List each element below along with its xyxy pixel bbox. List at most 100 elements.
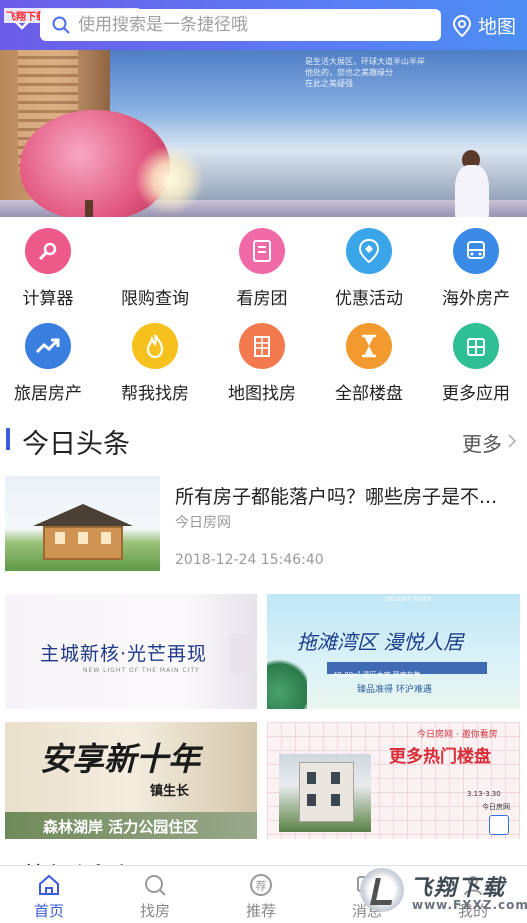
grid-item-label: 全部楼盘 [335, 384, 403, 404]
chevron-down-icon[interactable] [14, 20, 30, 30]
bus-icon [453, 228, 499, 274]
promo-subtitle: 镇生长 [150, 784, 190, 799]
home-icon [9, 872, 89, 898]
banner-slogan-line: 是生活大展区，环球大道半山半岸 [305, 57, 425, 66]
top-bar: 飞翔下载 www.FXXZ.com 地图 [0, 0, 527, 50]
house-window [101, 532, 111, 544]
nav-home[interactable]: 首页 [9, 872, 89, 921]
news-thumbnail [5, 476, 160, 571]
more-link[interactable]: 更多 [462, 428, 502, 457]
promo-villa-image [279, 754, 371, 832]
grid-item-label: 地图找房 [228, 384, 296, 404]
promo-title: 更多热门楼盘 [389, 747, 491, 767]
grid-item-label: 优惠活动 [335, 289, 403, 309]
news-source: 今日房网 [175, 515, 231, 531]
banner-slogan-line: 他处的，您也之美趣缘分 [305, 68, 393, 77]
banner-slogan: 是生活大展区，环球大道半山半岸 他处的，您也之美趣缘分 在此之美疑强 [305, 56, 425, 89]
house-roof [33, 504, 133, 526]
news-timestamp: 2018-12-24 15:46:40 [175, 552, 324, 568]
search-bar[interactable] [40, 9, 441, 41]
villa-window [307, 794, 316, 806]
banner-woman [455, 165, 489, 217]
grid-item-discount[interactable]: 优惠活动 [319, 228, 419, 309]
nav-recommend[interactable]: 荐 推荐 [221, 872, 301, 921]
grid-item-all-properties[interactable]: 全部楼盘 [319, 323, 419, 404]
villa-window [331, 772, 340, 784]
calculator-icon [25, 228, 71, 274]
trend-up-icon [25, 323, 71, 369]
villa-window [307, 772, 316, 784]
promo-bottom-strip: 森林湖岸 活力公园住区 [5, 812, 257, 839]
promo-source: 今日房网 [482, 803, 510, 811]
nav-label: 首页 [33, 902, 64, 920]
hourglass-icon [346, 323, 392, 369]
watermark-logo: 飞翔下载 www.FXXZ.com [360, 868, 527, 918]
promo-side-panel [230, 634, 257, 674]
svg-text:荐: 荐 [256, 880, 267, 893]
location-pin-icon [452, 14, 472, 37]
map-button[interactable]: 地图 [452, 12, 516, 39]
promo-subtitle: 臻品准得 环沪难遇 [357, 685, 432, 695]
promo-banner-hot-properties[interactable]: 今日房网 · 邀你看房 更多热门楼盘 3.13-3.30 今日房网 [267, 722, 520, 839]
section-accent-bar [6, 428, 10, 450]
restriction-query-icon [132, 228, 178, 274]
promo-date: 3.13-3.30 [467, 790, 501, 798]
grid-item-label: 看房团 [236, 289, 288, 309]
grid-item-label: 帮我找房 [121, 384, 189, 404]
news-title: 所有房子都能落户吗？哪些房子是不... [175, 486, 498, 508]
promo-leaves [267, 654, 307, 709]
watermark-url: www.FXXZ.com [412, 898, 527, 912]
news-item[interactable]: 所有房子都能落户吗？哪些房子是不... 今日房网 2018-12-24 15:4… [0, 474, 527, 574]
building-icon [239, 323, 285, 369]
promo-banner-forest-lake[interactable]: 安享新十年 镇生长 森林湖岸 活力公园住区 [5, 722, 257, 839]
house-window [78, 532, 88, 544]
grid-item-label: 海外房产 [442, 289, 510, 309]
grid-item-label: 计算器 [22, 289, 74, 309]
search-input[interactable] [78, 15, 418, 35]
banner-tree-trunk [85, 200, 93, 217]
grid-item-label: 限购查询 [121, 289, 189, 309]
hero-banner[interactable]: 是生活大展区，环球大道半山半岸 他处的，您也之美趣缘分 在此之美疑强 [0, 50, 527, 217]
section-title: 今日头条 [22, 429, 130, 460]
promo-brand: DELIGHT RIVER [385, 596, 432, 603]
villa-building [299, 762, 354, 822]
grid-item-find-house[interactable]: 帮我找房 [105, 323, 205, 404]
promo-top-text: 今日房网 · 邀你看房 [417, 730, 498, 740]
nav-label: 找房 [139, 902, 170, 920]
recommend-icon: 荐 [221, 872, 301, 898]
grid-item-sojourn[interactable]: 旅居房产 [0, 323, 98, 404]
promo-title: 拖滩湾区 漫悦人居 [297, 630, 464, 654]
house-window [55, 532, 65, 544]
map-button-label: 地图 [478, 16, 517, 38]
promo-title: 主城新核·光芒再现 [40, 643, 208, 665]
promo-strip-text: 49-89㎡ 湾区大宅 现房在售 [333, 671, 421, 679]
grid-item-more-apps[interactable]: 更多应用 [426, 323, 526, 404]
apps-icon [453, 323, 499, 369]
search-icon [52, 16, 70, 34]
promo-banner-bay-area[interactable]: DELIGHT RIVER 拖滩湾区 漫悦人居 49-89㎡ 湾区大宅 现房在售… [267, 594, 520, 709]
banner-slogan-line: 在此之美疑强 [305, 79, 353, 88]
grid-item-restriction-query[interactable]: 限购查询 [105, 228, 205, 309]
grid-item-calculator[interactable]: 计算器 [0, 228, 98, 309]
discount-icon [346, 228, 392, 274]
grid-item-label: 更多应用 [442, 384, 510, 404]
grid-item-house-tour[interactable]: 看房团 [212, 228, 312, 309]
grid-item-label: 旅居房产 [14, 384, 82, 404]
promo-strip: 49-89㎡ 湾区大宅 现房在售 [327, 662, 487, 679]
grid-item-overseas[interactable]: 海外房产 [426, 228, 526, 309]
chevron-right-icon[interactable] [508, 434, 516, 448]
nav-label: 推荐 [245, 902, 276, 920]
banner-sun [135, 145, 205, 215]
promo-title: 安享新十年 [40, 740, 201, 778]
promo-banner-main-city[interactable]: 主城新核·光芒再现 NEW LIGHT OF THE MAIN CITY [5, 594, 257, 709]
search-icon [115, 872, 195, 898]
promo-logo-icon [489, 815, 509, 835]
promo-bottom-text: 森林湖岸 活力公园住区 [43, 818, 199, 836]
promo-subtitle: NEW LIGHT OF THE MAIN CITY [83, 667, 200, 674]
watermark-logo-icon [360, 868, 404, 912]
nav-find-house[interactable]: 找房 [115, 872, 195, 921]
grid-item-map-search[interactable]: 地图找房 [212, 323, 312, 404]
flame-icon [132, 323, 178, 369]
house-tour-icon [239, 228, 285, 274]
headline-section-header: 今日头条 更多 [0, 420, 527, 460]
